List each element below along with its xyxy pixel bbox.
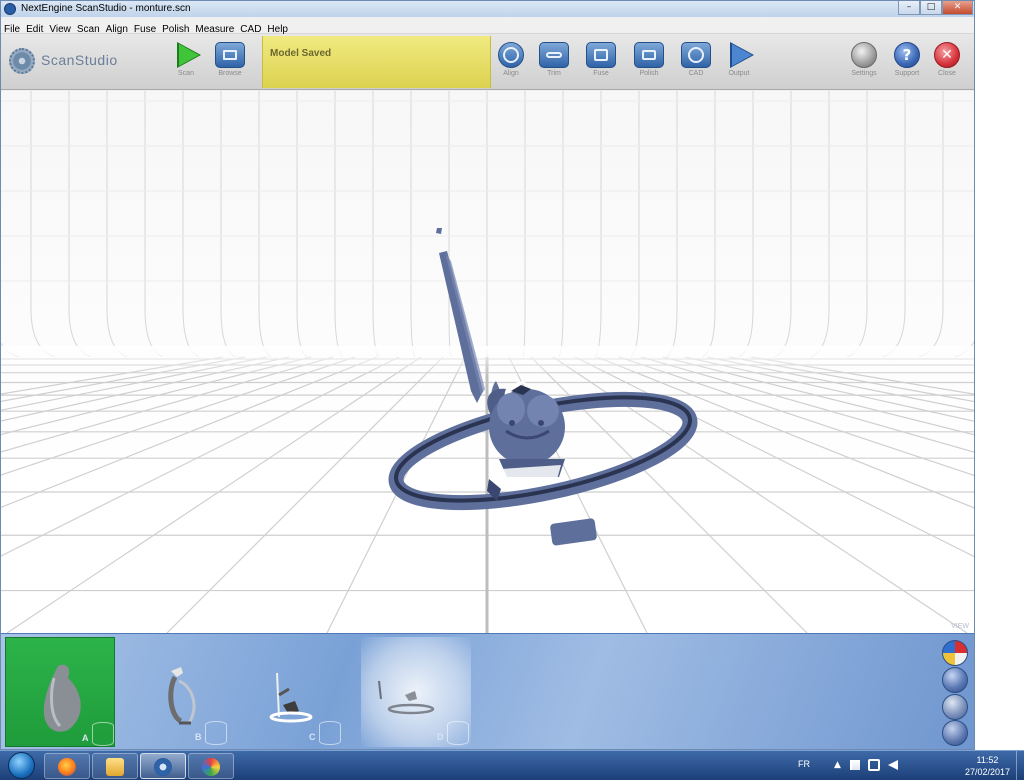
scanstudio-icon [154,758,172,776]
align-button[interactable]: Align [491,42,531,77]
thumbnail-a-cylinder-icon [92,722,114,746]
close-button[interactable]: ✕ Close [927,42,967,77]
view-corner-label: VIEW [951,623,969,630]
textured-sphere-icon[interactable] [942,694,968,720]
show-hidden-icons-icon[interactable]: ▲ [834,760,841,770]
fuse-button[interactable]: Fuse [581,42,621,77]
settings-button-label: Settings [851,70,877,77]
clock[interactable]: 11:52 27/02/2017 [965,754,1010,778]
windows-logo-icon [8,752,35,779]
fuse-button-label: Fuse [593,70,609,77]
viewport-scene [1,91,974,633]
flag-icon[interactable] [850,760,860,770]
firefox-icon [58,758,76,776]
explorer-icon [106,758,124,776]
polish-button[interactable]: Polish [629,42,669,77]
title-bar[interactable]: NextEngine ScanStudio - monture.scn – □ … [1,1,974,17]
close-icon: ✕ [934,42,960,68]
support-button-label: Support [894,70,920,77]
cad-button-label: CAD [688,70,704,77]
close-window-button[interactable]: ✕ [942,1,973,15]
output-arrow-icon [724,42,754,68]
thumbnail-d[interactable]: D [361,637,471,747]
volume-icon[interactable] [888,760,898,770]
windows-taskbar: FR ▲ 11:52 27/02/2017 [0,750,1024,781]
solid-sphere-icon[interactable] [942,667,968,693]
language-indicator[interactable]: FR [798,759,810,769]
show-desktop-button[interactable] [1016,751,1024,781]
cad-button[interactable]: CAD [676,42,716,77]
thumbnail-c-cylinder-icon [319,721,341,745]
logo-text: ScanStudio [41,52,118,68]
help-icon: ? [894,42,920,68]
thumbnail-c[interactable]: C [233,637,343,747]
app-icon[interactable] [4,3,16,15]
support-button[interactable]: ? Support [887,42,927,77]
thumbnail-b-label: B [195,732,202,742]
shaded-color-sphere-icon[interactable] [942,640,968,666]
toolbox-icon [634,42,664,68]
align-icon [498,42,524,68]
start-button[interactable] [4,751,42,780]
folder-icon [215,42,245,68]
menu-bar: File Edit View Scan Align Fuse Polish Measure CA… [1,17,974,35]
horizon-fade [1,346,974,376]
taskbar-scanstudio[interactable] [140,753,186,779]
scissors-icon [539,42,569,68]
minimize-button[interactable]: – [898,1,920,15]
globe-icon [681,42,711,68]
taskbar-paint[interactable] [188,753,234,779]
output-button-label: Output [728,70,750,77]
paint-icon [202,758,220,776]
scan-thumbnail-bar: A B C D [1,633,974,749]
scan-play-icon [171,42,201,68]
close-button-label: Close [938,70,956,77]
thumbnail-b[interactable]: B [119,637,229,747]
trim-button[interactable]: Trim [534,42,574,77]
status-message: Model Saved [270,48,332,59]
thumbnail-d-label: D [437,732,444,742]
3d-viewport[interactable]: VIEW [1,91,974,633]
scan-button[interactable]: Scan [166,42,206,77]
browse-button-label: Browse [218,70,242,77]
clock-time: 11:52 [976,755,999,765]
status-panel: Model Saved [262,36,491,88]
app-window: NextEngine ScanStudio - monture.scn – □ … [0,0,975,750]
main-toolbar: ScanStudio Scan Browse Model Saved Align… [1,34,974,90]
align-button-label: Align [503,70,519,77]
thumbnail-c-label: C [309,732,316,742]
thumbnail-a-label: A [82,733,89,743]
thumbnail-d-cylinder-icon [447,721,469,745]
gear-logo-icon [9,48,35,74]
output-button[interactable]: Output [719,42,759,77]
clock-date: 27/02/2017 [964,767,1010,777]
settings-icon [851,42,877,68]
browse-button[interactable]: Browse [210,42,250,77]
scan-button-label: Scan [178,70,194,77]
thumbnail-b-cylinder-icon [205,721,227,745]
thumbnail-a[interactable]: A [5,637,115,747]
cube-icon [586,42,616,68]
polish-button-label: Polish [639,70,659,77]
taskbar-firefox[interactable] [44,753,90,779]
network-icon[interactable] [868,759,880,771]
taskbar-explorer[interactable] [92,753,138,779]
wireframe-sphere-icon[interactable] [942,720,968,746]
settings-button[interactable]: Settings [844,42,884,77]
window-title: NextEngine ScanStudio - monture.scn [21,3,191,14]
trim-button-label: Trim [547,70,561,77]
maximize-button[interactable]: □ [920,1,942,15]
